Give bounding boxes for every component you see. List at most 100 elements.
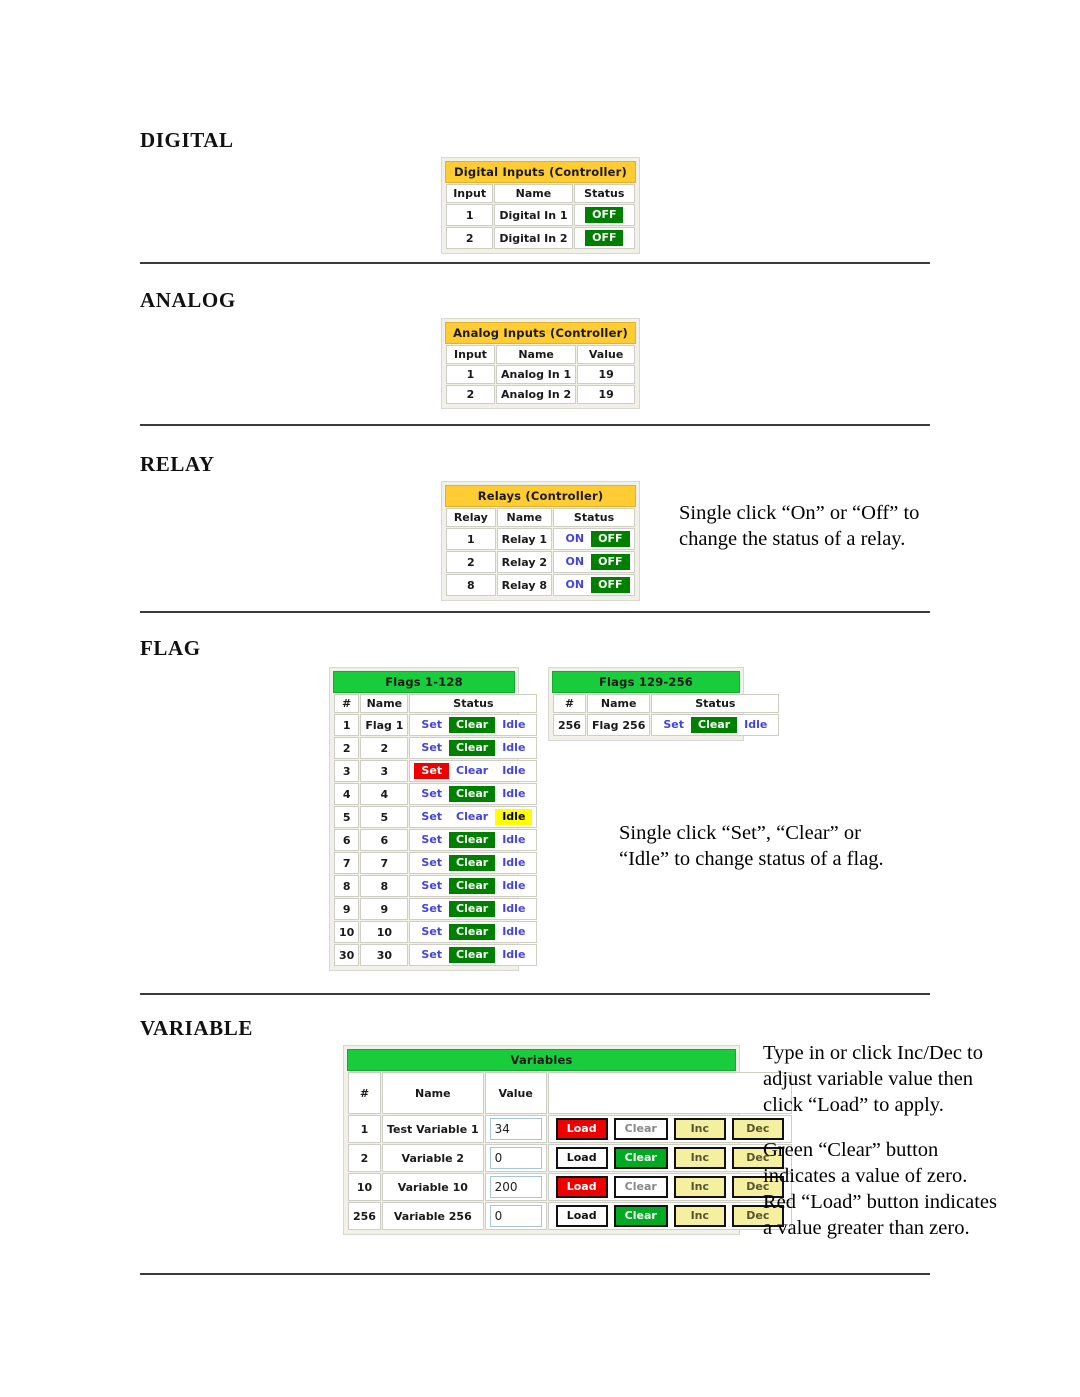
flag-clear-button[interactable]: Clear — [691, 717, 738, 733]
relay-on-button[interactable]: ON — [559, 577, 592, 593]
relay-off-button[interactable]: OFF — [591, 554, 630, 570]
flag-status-cell: Set Clear Idle — [409, 714, 538, 736]
flag-clear-button[interactable]: Clear — [449, 832, 496, 848]
flags-1-128-title: Flags 1-128 — [333, 671, 515, 693]
digital-input-name: Digital In 2 — [494, 227, 573, 249]
flag-name: 9 — [360, 898, 409, 920]
flag-instruction-line-1: Single click “Set”, “Clear” or — [619, 822, 861, 844]
flag-clear-button[interactable]: Clear — [449, 809, 495, 825]
flag-set-button[interactable]: Set — [414, 901, 449, 917]
status-badge-off: OFF — [585, 207, 624, 223]
flag-idle-button[interactable]: Idle — [495, 947, 532, 963]
flag-idle-button[interactable]: Idle — [495, 855, 532, 871]
column-header-status: Status — [553, 508, 635, 527]
table-row: 3 3 Set Clear Idle — [334, 760, 538, 782]
flags-129-256-table: # Name Status 256 Flag 256 Set Clear Idle — [552, 693, 780, 737]
flag-clear-button[interactable]: Clear — [449, 717, 496, 733]
relay-number: 8 — [446, 574, 496, 596]
table-header-row: Input Name Status — [446, 184, 635, 203]
variable-color-note-line-2: indicates a value of zero. — [763, 1165, 968, 1187]
variable-inc-button[interactable]: Inc — [673, 1147, 726, 1169]
variable-value-input[interactable] — [489, 1118, 542, 1140]
digital-inputs-widget: Digital Inputs (Controller) Input Name S… — [441, 157, 640, 254]
flag-status-cell: Set Clear Idle — [409, 806, 538, 828]
relay-off-button[interactable]: OFF — [591, 531, 630, 547]
relay-on-button[interactable]: ON — [559, 531, 592, 547]
table-row: 5 5 Set Clear Idle — [334, 806, 538, 828]
variable-load-button[interactable]: Load — [555, 1176, 608, 1198]
variable-clear-button[interactable]: Clear — [613, 1205, 668, 1227]
status-badge-off: OFF — [585, 230, 624, 246]
flag-set-button[interactable]: Set — [656, 717, 691, 733]
variable-clear-button[interactable]: Clear — [613, 1147, 668, 1169]
variable-name: Variable 10 — [381, 1173, 484, 1201]
flag-set-button[interactable]: Set — [414, 786, 449, 802]
flag-set-button[interactable]: Set — [414, 947, 449, 963]
section-divider — [140, 262, 930, 264]
table-row: 2 Relay 2 ON OFF — [446, 551, 635, 573]
flag-idle-button[interactable]: Idle — [737, 717, 774, 733]
variables-title: Variables — [347, 1049, 736, 1071]
flag-idle-button[interactable]: Idle — [495, 901, 532, 917]
variable-inc-button[interactable]: Inc — [673, 1118, 726, 1140]
flag-clear-button[interactable]: Clear — [449, 924, 496, 940]
relay-off-button[interactable]: OFF — [591, 577, 630, 593]
variable-instruction-line-2: adjust variable value then — [763, 1068, 974, 1090]
column-header-index: # — [348, 1072, 381, 1114]
flag-idle-button[interactable]: Idle — [495, 924, 532, 940]
flag-set-button[interactable]: Set — [414, 855, 449, 871]
heading-relay: RELAY — [140, 452, 215, 476]
table-header-row: # Name Status — [334, 694, 538, 713]
table-row: 7 7 Set Clear Idle — [334, 852, 538, 874]
flag-set-button[interactable]: Set — [414, 740, 449, 756]
relay-status-cell: ON OFF — [553, 551, 635, 573]
flag-clear-button[interactable]: Clear — [449, 740, 496, 756]
flag-idle-button[interactable]: Idle — [495, 878, 532, 894]
flag-idle-button[interactable]: Idle — [495, 786, 532, 802]
flag-set-button[interactable]: Set — [414, 809, 449, 825]
flag-clear-button[interactable]: Clear — [449, 855, 496, 871]
table-header-row: # Name Status — [553, 694, 780, 713]
flag-set-button[interactable]: Set — [414, 763, 450, 779]
flag-idle-button[interactable]: Idle — [495, 717, 532, 733]
flag-set-button[interactable]: Set — [414, 924, 449, 940]
digital-input-number: 1 — [446, 204, 494, 226]
flag-idle-button[interactable]: Idle — [495, 832, 532, 848]
variable-load-button[interactable]: Load — [555, 1205, 608, 1227]
flag-name: 30 — [360, 944, 409, 966]
relay-name: Relay 2 — [496, 551, 553, 573]
flags-1-128-widget: Flags 1-128 # Name Status 1 Flag 1 Set Clea… — [329, 667, 538, 971]
flag-clear-button[interactable]: Clear — [449, 878, 496, 894]
variable-load-button[interactable]: Load — [555, 1147, 608, 1169]
variable-value-input[interactable] — [489, 1205, 542, 1227]
flag-clear-button[interactable]: Clear — [449, 763, 495, 779]
flag-number: 256 — [553, 714, 586, 736]
flag-idle-button[interactable]: Idle — [495, 763, 532, 779]
table-row: 8 8 Set Clear Idle — [334, 875, 538, 897]
flag-clear-button[interactable]: Clear — [449, 901, 496, 917]
analog-input-name: Analog In 2 — [495, 385, 577, 404]
flag-clear-button[interactable]: Clear — [449, 947, 496, 963]
digital-input-number: 2 — [446, 227, 494, 249]
flag-idle-button[interactable]: Idle — [495, 809, 533, 825]
column-header-value: Value — [577, 345, 635, 364]
flag-clear-button[interactable]: Clear — [449, 786, 496, 802]
variable-clear-button[interactable]: Clear — [613, 1118, 668, 1140]
flag-set-button[interactable]: Set — [414, 717, 449, 733]
analog-input-number: 2 — [446, 385, 495, 404]
variable-value-input[interactable] — [489, 1147, 542, 1169]
relays-table: Relay Name Status 1 Relay 1 ON OFF 2 Rela… — [445, 507, 636, 597]
table-row: 4 4 Set Clear Idle — [334, 783, 538, 805]
variable-actions-cell: Load Clear Inc Dec — [547, 1144, 792, 1172]
relay-on-button[interactable]: ON — [559, 554, 592, 570]
variable-inc-button[interactable]: Inc — [673, 1176, 726, 1198]
variable-clear-button[interactable]: Clear — [613, 1176, 668, 1198]
variable-load-button[interactable]: Load — [555, 1118, 608, 1140]
variable-value-input[interactable] — [489, 1176, 542, 1198]
table-row: 6 6 Set Clear Idle — [334, 829, 538, 851]
table-row: 256Variable 256 LoadClearIncDec — [348, 1202, 792, 1230]
variable-inc-button[interactable]: Inc — [673, 1205, 726, 1227]
flag-set-button[interactable]: Set — [414, 878, 449, 894]
flag-set-button[interactable]: Set — [414, 832, 449, 848]
flag-idle-button[interactable]: Idle — [495, 740, 532, 756]
